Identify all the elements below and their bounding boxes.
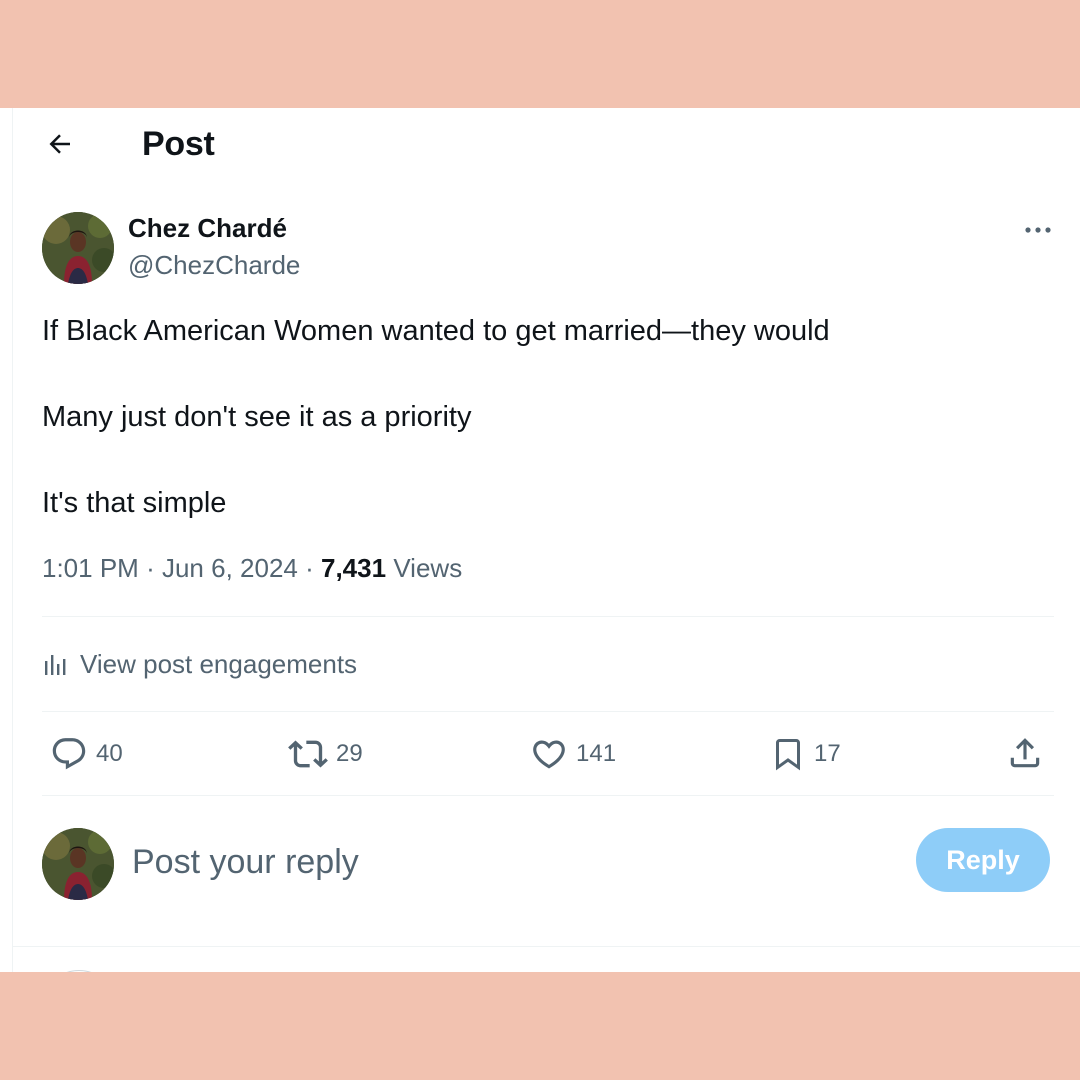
post-text: If Black American Women wanted to get ma…: [42, 313, 1042, 521]
divider: [42, 616, 1054, 617]
avatar-photo: [42, 212, 114, 284]
back-button[interactable]: [38, 122, 82, 166]
avatar-photo: [42, 828, 114, 900]
post-detail-panel: Post Chez Chardé @ChezCharde If Black Am…: [0, 108, 1080, 972]
author-avatar[interactable]: [42, 212, 114, 284]
divider: [42, 711, 1054, 712]
view-engagements-link[interactable]: View post engagements: [42, 646, 357, 682]
divider: [12, 946, 1080, 947]
repost-count: 29: [336, 740, 363, 767]
analytics-icon: [45, 655, 66, 675]
current-user-avatar[interactable]: [42, 828, 114, 900]
author-handle[interactable]: @ChezCharde: [128, 249, 300, 281]
repost-action[interactable]: 29: [288, 734, 363, 774]
share-icon: [1010, 738, 1040, 768]
bookmark-action[interactable]: 17: [770, 734, 841, 774]
divider: [42, 795, 1054, 796]
post-meta: 1:01 PM · Jun 6, 2024 · 7,431 Views: [42, 552, 462, 584]
bookmark-icon: [776, 739, 800, 771]
reply-icon: [52, 738, 86, 770]
author-name[interactable]: Chez Chardé: [128, 212, 287, 244]
post-text-line: If Black American Women wanted to get ma…: [42, 315, 830, 347]
page-header: Post: [0, 108, 1080, 180]
more-options-button[interactable]: [1018, 214, 1058, 246]
reply-button[interactable]: Reply: [916, 828, 1050, 892]
post-date[interactable]: Jun 6, 2024: [162, 553, 298, 583]
panel-left-border: [12, 108, 13, 972]
views-label: Views: [393, 553, 463, 583]
arrow-left-icon: [49, 134, 70, 154]
more-horizontal-icon: [1025, 227, 1051, 233]
top-background-band: [0, 0, 1080, 108]
repost-icon: [288, 740, 328, 768]
share-action[interactable]: [1006, 734, 1044, 772]
post-text-line: It's that simple: [42, 487, 227, 519]
reply-input[interactable]: Post your reply: [132, 841, 359, 883]
reply-count: 40: [96, 740, 123, 767]
page-title: Post: [142, 125, 215, 163]
views-count: 7,431: [321, 553, 387, 583]
heart-icon: [533, 740, 565, 769]
meta-separator: ·: [146, 553, 155, 583]
bookmark-count: 17: [814, 740, 841, 767]
post-text-line: Many just don't see it as a priority: [42, 401, 472, 433]
engagements-label: View post engagements: [80, 649, 358, 679]
like-action[interactable]: 141: [530, 734, 616, 774]
post-time[interactable]: 1:01 PM: [42, 553, 139, 583]
meta-separator: ·: [305, 553, 314, 583]
like-count: 141: [576, 740, 617, 767]
bottom-background-band: [0, 972, 1080, 1080]
reply-action[interactable]: 40: [50, 734, 123, 774]
